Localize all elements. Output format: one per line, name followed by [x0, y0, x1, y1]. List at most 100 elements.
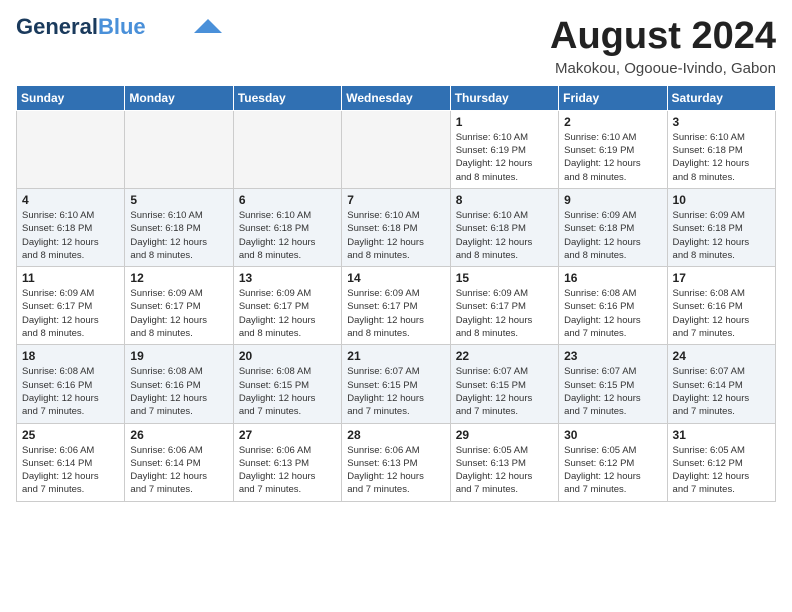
page-header: GeneralBlue August 2024 Makokou, Ogooue-…: [16, 16, 776, 77]
day-number: 22: [456, 349, 553, 363]
day-info: Sunrise: 6:10 AMSunset: 6:19 PMDaylight:…: [456, 131, 553, 184]
title-block: August 2024 Makokou, Ogooue-Ivindo, Gabo…: [550, 16, 776, 77]
day-info: Sunrise: 6:09 AMSunset: 6:17 PMDaylight:…: [22, 287, 119, 340]
calendar-cell: 24 Sunrise: 6:07 AMSunset: 6:14 PMDayligh…: [667, 345, 775, 423]
day-number: 11: [22, 271, 119, 285]
calendar-cell: 20 Sunrise: 6:08 AMSunset: 6:15 PMDayligh…: [233, 345, 341, 423]
calendar-cell: 17Sunrise: 6:08 AMSunset: 6:16 PMDayligh…: [667, 267, 775, 345]
day-number: 25: [22, 428, 119, 442]
calendar-cell: 30 Sunrise: 6:05 AMSunset: 6:12 PMDayligh…: [559, 423, 667, 501]
day-info: Sunrise: 6:08 AMSunset: 6:16 PMDaylight:…: [564, 287, 661, 340]
calendar-cell: 29 Sunrise: 6:05 AMSunset: 6:13 PMDayligh…: [450, 423, 558, 501]
day-info: Sunrise: 6:10 AMSunset: 6:18 PMDaylight:…: [456, 209, 553, 262]
day-number: 30: [564, 428, 661, 442]
calendar-cell: 25Sunrise: 6:06 AMSunset: 6:14 PMDayligh…: [17, 423, 125, 501]
day-info: Sunrise: 6:10 AMSunset: 6:18 PMDaylight:…: [673, 131, 770, 184]
calendar-cell: [125, 110, 233, 188]
calendar-cell: 31Sunrise: 6:05 AMSunset: 6:12 PMDayligh…: [667, 423, 775, 501]
weekday-header-saturday: Saturday: [667, 85, 775, 110]
day-number: 16: [564, 271, 661, 285]
day-info: Sunrise: 6:08 AMSunset: 6:15 PMDaylight:…: [239, 365, 336, 418]
location-title: Makokou, Ogooue-Ivindo, Gabon: [550, 60, 776, 77]
day-number: 6: [239, 193, 336, 207]
calendar-cell: 9 Sunrise: 6:09 AMSunset: 6:18 PMDaylight…: [559, 188, 667, 266]
weekday-header-row: SundayMondayTuesdayWednesdayThursdayFrid…: [17, 85, 776, 110]
day-number: 5: [130, 193, 227, 207]
day-number: 19: [130, 349, 227, 363]
day-number: 7: [347, 193, 444, 207]
calendar-cell: 18 Sunrise: 6:08 AMSunset: 6:16 PMDayligh…: [17, 345, 125, 423]
calendar-cell: 13 Sunrise: 6:09 AMSunset: 6:17 PMDayligh…: [233, 267, 341, 345]
calendar-week-row: 11 Sunrise: 6:09 AMSunset: 6:17 PMDayligh…: [17, 267, 776, 345]
day-number: 26: [130, 428, 227, 442]
logo: GeneralBlue: [16, 16, 222, 38]
calendar-cell: 11 Sunrise: 6:09 AMSunset: 6:17 PMDayligh…: [17, 267, 125, 345]
day-info: Sunrise: 6:09 AMSunset: 6:18 PMDaylight:…: [564, 209, 661, 262]
day-info: Sunrise: 6:05 AMSunset: 6:12 PMDaylight:…: [564, 444, 661, 497]
day-info: Sunrise: 6:05 AMSunset: 6:13 PMDaylight:…: [456, 444, 553, 497]
day-number: 9: [564, 193, 661, 207]
day-number: 20: [239, 349, 336, 363]
day-number: 14: [347, 271, 444, 285]
day-info: Sunrise: 6:09 AMSunset: 6:17 PMDaylight:…: [130, 287, 227, 340]
day-number: 28: [347, 428, 444, 442]
day-number: 12: [130, 271, 227, 285]
day-info: Sunrise: 6:09 AMSunset: 6:17 PMDaylight:…: [239, 287, 336, 340]
calendar-cell: 12 Sunrise: 6:09 AMSunset: 6:17 PMDayligh…: [125, 267, 233, 345]
day-info: Sunrise: 6:07 AMSunset: 6:15 PMDaylight:…: [456, 365, 553, 418]
calendar-cell: 19Sunrise: 6:08 AMSunset: 6:16 PMDayligh…: [125, 345, 233, 423]
day-info: Sunrise: 6:08 AMSunset: 6:16 PMDaylight:…: [673, 287, 770, 340]
calendar-cell: 21Sunrise: 6:07 AMSunset: 6:15 PMDayligh…: [342, 345, 450, 423]
day-number: 1: [456, 115, 553, 129]
day-info: Sunrise: 6:08 AMSunset: 6:16 PMDaylight:…: [22, 365, 119, 418]
day-info: Sunrise: 6:06 AMSunset: 6:14 PMDaylight:…: [130, 444, 227, 497]
calendar-cell: [233, 110, 341, 188]
calendar-cell: 8 Sunrise: 6:10 AMSunset: 6:18 PMDaylight…: [450, 188, 558, 266]
calendar-week-row: 1 Sunrise: 6:10 AMSunset: 6:19 PMDaylight…: [17, 110, 776, 188]
day-number: 13: [239, 271, 336, 285]
calendar-cell: 6 Sunrise: 6:10 AMSunset: 6:18 PMDaylight…: [233, 188, 341, 266]
day-number: 4: [22, 193, 119, 207]
day-info: Sunrise: 6:07 AMSunset: 6:14 PMDaylight:…: [673, 365, 770, 418]
calendar-week-row: 4 Sunrise: 6:10 AMSunset: 6:18 PMDaylight…: [17, 188, 776, 266]
day-info: Sunrise: 6:06 AMSunset: 6:13 PMDaylight:…: [239, 444, 336, 497]
day-number: 24: [673, 349, 770, 363]
day-info: Sunrise: 6:09 AMSunset: 6:18 PMDaylight:…: [673, 209, 770, 262]
weekday-header-friday: Friday: [559, 85, 667, 110]
calendar-cell: 28Sunrise: 6:06 AMSunset: 6:13 PMDayligh…: [342, 423, 450, 501]
day-number: 27: [239, 428, 336, 442]
calendar-cell: 16 Sunrise: 6:08 AMSunset: 6:16 PMDayligh…: [559, 267, 667, 345]
day-number: 29: [456, 428, 553, 442]
calendar-cell: 10Sunrise: 6:09 AMSunset: 6:18 PMDayligh…: [667, 188, 775, 266]
weekday-header-tuesday: Tuesday: [233, 85, 341, 110]
calendar-cell: 14 Sunrise: 6:09 AMSunset: 6:17 PMDayligh…: [342, 267, 450, 345]
calendar-week-row: 18 Sunrise: 6:08 AMSunset: 6:16 PMDayligh…: [17, 345, 776, 423]
day-info: Sunrise: 6:10 AMSunset: 6:18 PMDaylight:…: [130, 209, 227, 262]
day-info: Sunrise: 6:07 AMSunset: 6:15 PMDaylight:…: [564, 365, 661, 418]
logo-icon: [194, 19, 222, 33]
day-number: 23: [564, 349, 661, 363]
calendar-cell: 15Sunrise: 6:09 AMSunset: 6:17 PMDayligh…: [450, 267, 558, 345]
calendar-cell: 7 Sunrise: 6:10 AMSunset: 6:18 PMDaylight…: [342, 188, 450, 266]
logo-text: GeneralBlue: [16, 16, 146, 38]
day-info: Sunrise: 6:05 AMSunset: 6:12 PMDaylight:…: [673, 444, 770, 497]
calendar-cell: 3Sunrise: 6:10 AMSunset: 6:18 PMDaylight…: [667, 110, 775, 188]
calendar-cell: 23 Sunrise: 6:07 AMSunset: 6:15 PMDayligh…: [559, 345, 667, 423]
calendar-cell: 26 Sunrise: 6:06 AMSunset: 6:14 PMDayligh…: [125, 423, 233, 501]
calendar-table: SundayMondayTuesdayWednesdayThursdayFrid…: [16, 85, 776, 502]
weekday-header-sunday: Sunday: [17, 85, 125, 110]
day-number: 18: [22, 349, 119, 363]
calendar-cell: [17, 110, 125, 188]
weekday-header-thursday: Thursday: [450, 85, 558, 110]
day-info: Sunrise: 6:09 AMSunset: 6:17 PMDaylight:…: [347, 287, 444, 340]
calendar-cell: 4 Sunrise: 6:10 AMSunset: 6:18 PMDaylight…: [17, 188, 125, 266]
weekday-header-monday: Monday: [125, 85, 233, 110]
day-info: Sunrise: 6:10 AMSunset: 6:18 PMDaylight:…: [239, 209, 336, 262]
day-info: Sunrise: 6:07 AMSunset: 6:15 PMDaylight:…: [347, 365, 444, 418]
weekday-header-wednesday: Wednesday: [342, 85, 450, 110]
day-info: Sunrise: 6:10 AMSunset: 6:19 PMDaylight:…: [564, 131, 661, 184]
day-number: 8: [456, 193, 553, 207]
day-info: Sunrise: 6:10 AMSunset: 6:18 PMDaylight:…: [347, 209, 444, 262]
day-number: 2: [564, 115, 661, 129]
day-info: Sunrise: 6:10 AMSunset: 6:18 PMDaylight:…: [22, 209, 119, 262]
